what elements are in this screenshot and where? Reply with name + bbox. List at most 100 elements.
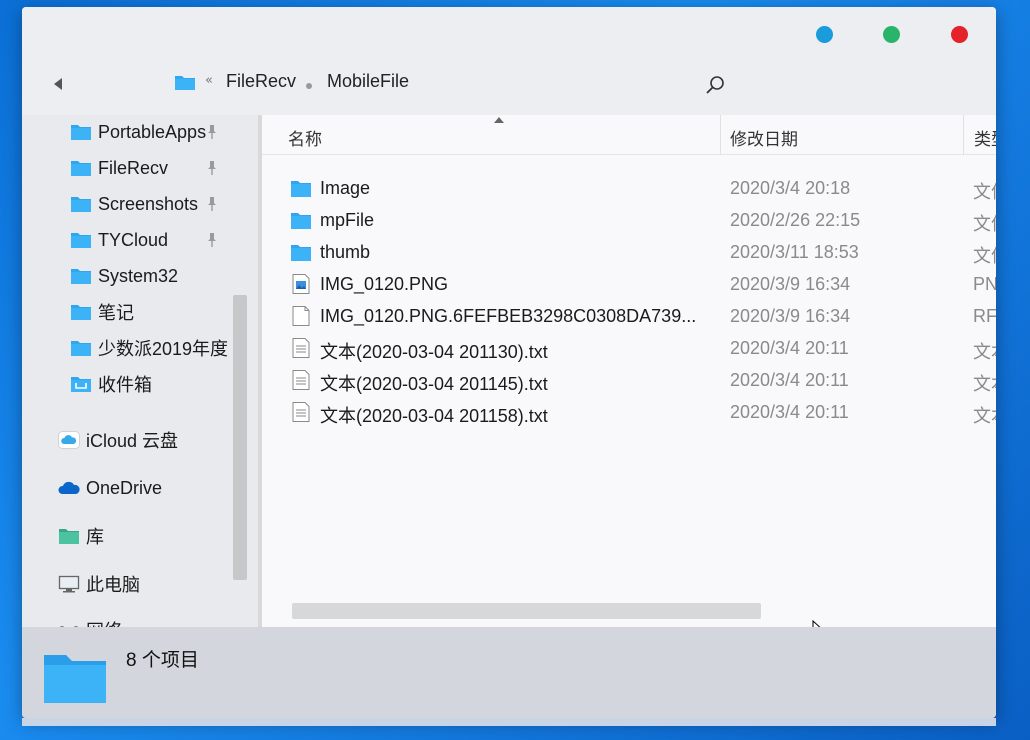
breadcrumb-separator xyxy=(306,83,312,89)
file-row[interactable]: Image 2020/3/4 20:18 文件夹 xyxy=(262,172,996,204)
sidebar-item-label: PortableApps xyxy=(98,121,207,142)
sidebar-item-label: 收件箱 xyxy=(98,375,152,395)
folder-icon xyxy=(291,245,311,261)
title-bar: « FileRecv MobileFile xyxy=(22,7,996,115)
file-row[interactable]: IMG_0120.PNG 2020/3/9 16:34 PNG xyxy=(262,268,996,300)
file-date: 2020/2/26 22:15 xyxy=(730,210,861,230)
column-divider[interactable] xyxy=(720,115,721,155)
folder-icon xyxy=(44,655,106,703)
image-file-icon xyxy=(292,274,310,294)
file-explorer-window: « FileRecv MobileFile PortableApps FileR… xyxy=(22,7,996,718)
sidebar-item-portableapps[interactable]: PortableApps xyxy=(70,117,258,147)
file-name: 文本(2020-03-04 201145).txt xyxy=(320,374,548,394)
text-file-icon xyxy=(292,402,310,422)
file-row[interactable]: 文本(2020-03-04 201145).txt 2020/3/4 20:11… xyxy=(262,364,996,396)
blank-file-icon xyxy=(292,306,310,326)
maximize-button[interactable] xyxy=(883,26,900,43)
sidebar-item-screenshots[interactable]: Screenshots xyxy=(70,189,258,219)
column-header-date[interactable]: 修改日期 xyxy=(730,125,798,150)
sidebar-item-label: 库 xyxy=(86,527,104,547)
column-header-name[interactable]: 名称 xyxy=(288,125,322,150)
file-date: 2020/3/9 16:34 xyxy=(730,306,851,326)
sidebar-item-system32[interactable]: System32 xyxy=(70,261,258,291)
folder-icon xyxy=(71,197,91,212)
folder-icon xyxy=(71,341,91,356)
folder-icon xyxy=(291,213,311,229)
pin-icon[interactable] xyxy=(205,232,219,248)
folder-icon xyxy=(71,305,91,320)
sidebar-item-label: TYCloud xyxy=(98,229,169,250)
folder-icon xyxy=(71,269,91,284)
column-header-row: 名称 修改日期 类型 xyxy=(262,115,996,155)
file-name: thumb xyxy=(320,242,371,262)
file-row[interactable]: IMG_0120.PNG.6FEFBEB3298C0308DA739... 20… xyxy=(262,300,996,332)
folder-icon xyxy=(291,181,311,197)
horizontal-scrollbar[interactable] xyxy=(292,603,761,619)
sidebar-item-inbox[interactable]: 收件箱 xyxy=(70,369,258,399)
sidebar-item-this-pc[interactable]: 此电脑 xyxy=(58,569,258,599)
sidebar-item-sspai-2019[interactable]: 少数派2019年度 xyxy=(70,333,230,363)
sidebar-item-label: OneDrive xyxy=(86,477,163,498)
folder-icon xyxy=(71,233,91,248)
close-button[interactable] xyxy=(951,26,968,43)
file-type: PNG xyxy=(973,274,996,294)
pin-icon[interactable] xyxy=(205,196,219,212)
file-name: 文本(2020-03-04 201158).txt xyxy=(320,406,548,426)
file-date: 2020/3/4 20:11 xyxy=(730,338,849,358)
breadcrumb-filerecv[interactable]: FileRecv xyxy=(226,71,296,92)
text-file-icon xyxy=(292,338,310,358)
sidebar-item-notes[interactable]: 笔记 xyxy=(70,297,258,327)
sidebar-item-tycloud[interactable]: TYCloud xyxy=(70,225,258,255)
item-count: 8 个项目 xyxy=(126,650,199,671)
sidebar-item-onedrive[interactable]: OneDrive xyxy=(58,473,258,503)
file-row[interactable]: 文本(2020-03-04 201130).txt 2020/3/4 20:11… xyxy=(262,332,996,364)
file-date: 2020/3/11 18:53 xyxy=(730,242,859,262)
file-list: 名称 修改日期 类型 Image 2020/3/4 20:18 文件夹 mpFi… xyxy=(262,115,996,627)
status-bar: 8 个项目 xyxy=(22,627,996,718)
mouse-cursor-icon xyxy=(812,620,821,627)
sidebar-item-icloud[interactable]: iCloud 云盘 xyxy=(58,425,258,455)
file-date: 2020/3/9 16:34 xyxy=(730,274,851,294)
navigation-pane: PortableApps FileRecv Screenshots TYClou… xyxy=(22,115,258,627)
pin-icon[interactable] xyxy=(205,160,219,176)
library-icon xyxy=(59,529,79,544)
column-divider[interactable] xyxy=(963,115,964,155)
sort-ascending-icon xyxy=(494,117,504,123)
folder-icon xyxy=(71,125,91,140)
file-type: 文本 xyxy=(973,342,996,362)
file-type: 文本 xyxy=(973,406,996,426)
inbox-folder-icon xyxy=(71,377,91,392)
folder-icon xyxy=(71,161,91,176)
sidebar-item-network[interactable]: 网络 xyxy=(58,615,258,627)
sidebar-item-label: 笔记 xyxy=(98,303,134,323)
text-file-icon xyxy=(292,370,310,390)
onedrive-icon xyxy=(58,481,80,494)
folder-icon xyxy=(175,76,195,90)
file-type: 文件夹 xyxy=(973,182,996,202)
file-name: IMG_0120.PNG.6FEFBEB3298C0308DA739... xyxy=(320,306,697,326)
file-date: 2020/3/4 20:11 xyxy=(730,370,849,390)
file-name: IMG_0120.PNG xyxy=(320,274,449,294)
file-type: 文本 xyxy=(973,374,996,394)
sidebar-item-label: 此电脑 xyxy=(86,575,140,595)
icloud-icon xyxy=(58,431,80,449)
sidebar-item-label: 网络 xyxy=(86,617,122,627)
file-type: RF xyxy=(973,306,996,326)
search-icon[interactable] xyxy=(705,75,725,95)
file-row[interactable]: mpFile 2020/2/26 22:15 文件夹 xyxy=(262,204,996,236)
sidebar-item-label: 少数派2019年度 xyxy=(98,339,229,359)
sidebar-scrollbar[interactable] xyxy=(233,295,247,580)
sidebar-item-filerecv[interactable]: FileRecv xyxy=(70,153,258,183)
computer-icon xyxy=(58,575,80,593)
back-arrow-icon[interactable] xyxy=(52,75,64,93)
file-row[interactable]: thumb 2020/3/11 18:53 文件夹 xyxy=(262,236,996,268)
column-header-type[interactable]: 类型 xyxy=(974,125,996,150)
pin-icon[interactable] xyxy=(205,124,219,140)
file-row[interactable]: 文本(2020-03-04 201158).txt 2020/3/4 20:11… xyxy=(262,396,996,428)
sidebar-item-library[interactable]: 库 xyxy=(58,521,258,551)
window-bottom-edge xyxy=(22,718,996,726)
sidebar-item-label: System32 xyxy=(98,265,179,286)
breadcrumb-mobilefile[interactable]: MobileFile xyxy=(327,71,409,92)
breadcrumb-overflow[interactable]: « xyxy=(205,73,213,88)
minimize-button[interactable] xyxy=(816,26,833,43)
